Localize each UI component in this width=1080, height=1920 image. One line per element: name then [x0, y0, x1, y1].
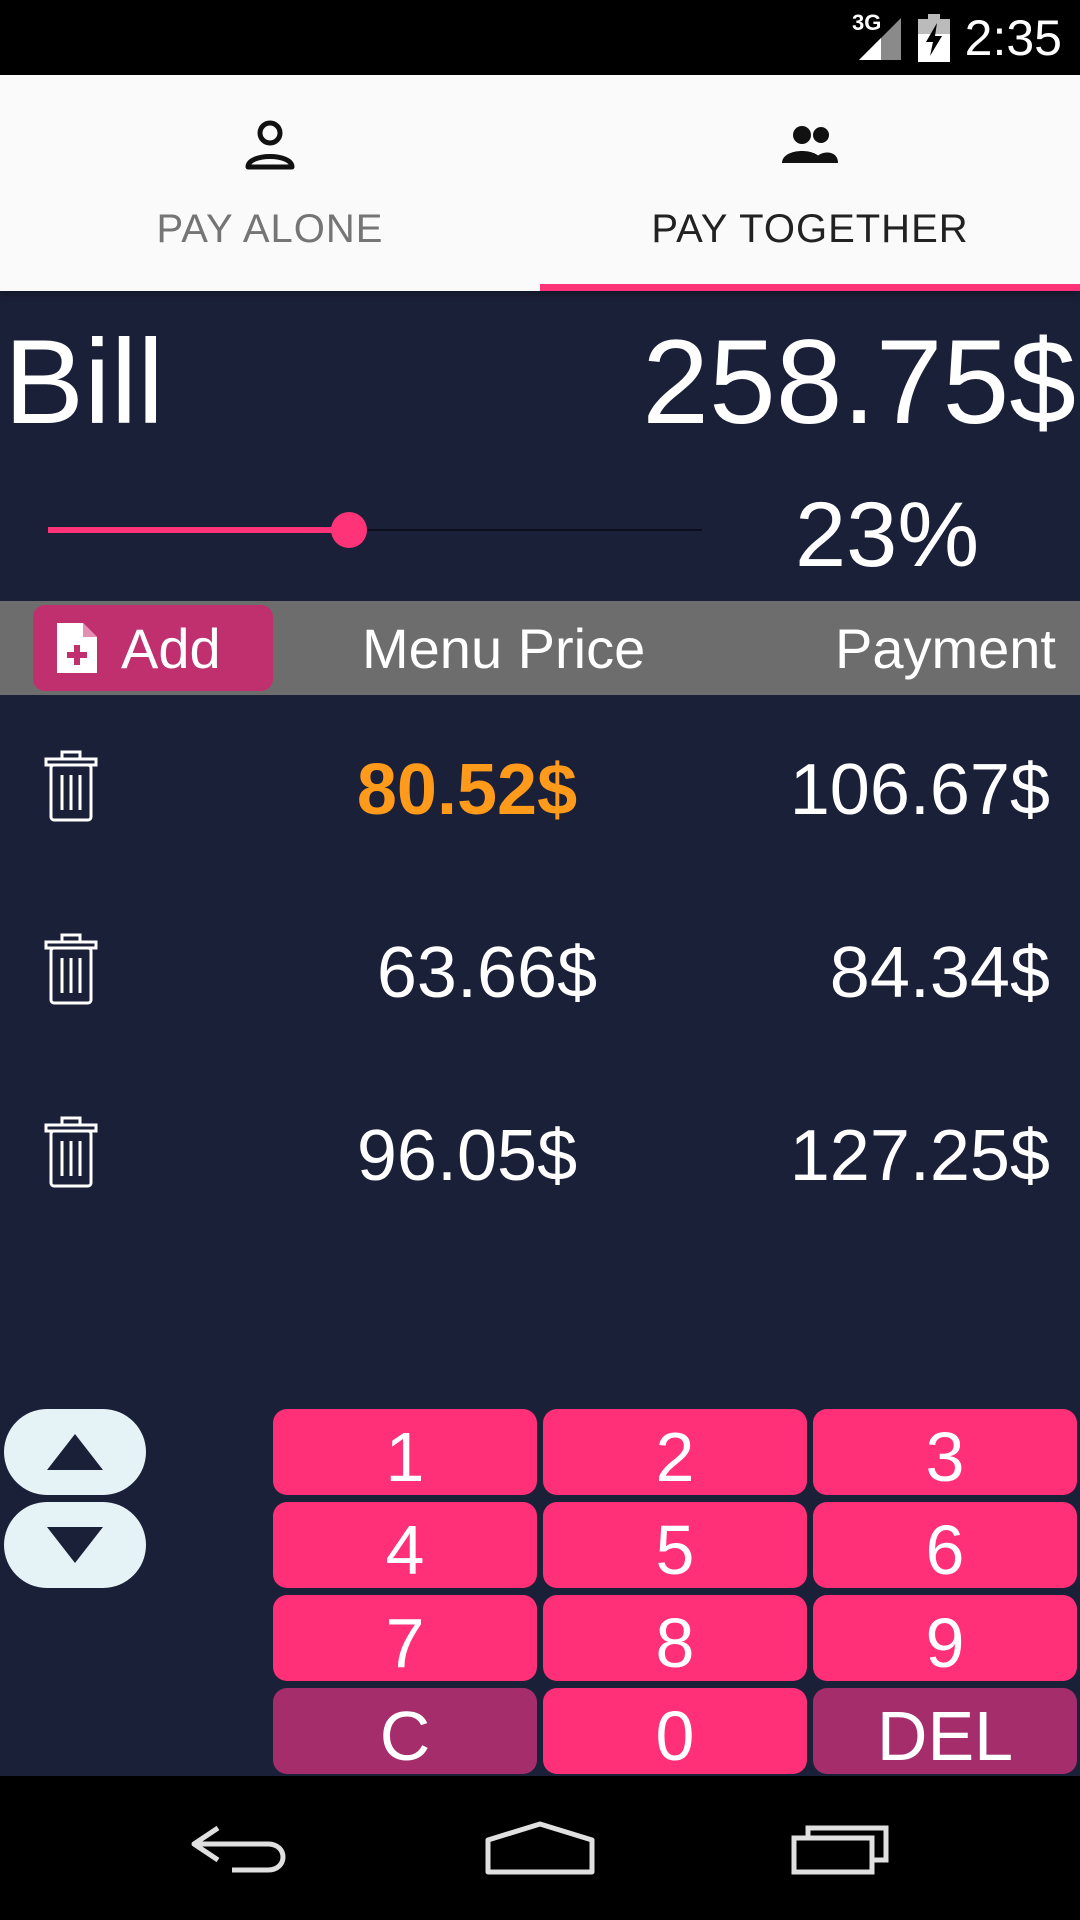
group-icon — [782, 126, 838, 163]
key-4[interactable]: 4 — [273, 1502, 537, 1589]
key-5[interactable]: 5 — [543, 1502, 807, 1589]
tab-label: PAY ALONE — [156, 207, 384, 251]
slider-fill — [48, 527, 349, 533]
key-8[interactable]: 8 — [543, 1595, 807, 1682]
key-7[interactable]: 7 — [273, 1595, 537, 1682]
clock: 2:35 — [964, 10, 1062, 66]
navigation-bar — [0, 1776, 1080, 1920]
bill-label: Bill — [4, 315, 165, 449]
key-2[interactable]: 2 — [543, 1409, 807, 1496]
move-down-button[interactable] — [4, 1502, 146, 1588]
recents-icon[interactable] — [790, 1816, 894, 1876]
trash-icon[interactable] — [44, 750, 98, 822]
menu-price-value[interactable]: 96.05$ — [317, 1116, 617, 1196]
key-6[interactable]: 6 — [813, 1502, 1077, 1589]
key-3[interactable]: 3 — [813, 1409, 1077, 1496]
app-screen: 3G 2:35 PAY ALONE PAY TOGETHER Bill 258.… — [0, 0, 1080, 1920]
tab-pay-together[interactable]: PAY TOGETHER — [540, 75, 1080, 291]
list-header: Add Menu Price Payment — [0, 601, 1080, 695]
menu-price-header: Menu Price — [362, 617, 646, 680]
signal-icon — [859, 18, 901, 60]
home-icon[interactable] — [484, 1820, 596, 1876]
arrow-down-icon — [47, 1527, 103, 1563]
back-icon[interactable] — [188, 1820, 292, 1876]
add-file-icon — [57, 623, 97, 673]
delete-key[interactable]: DEL — [813, 1688, 1077, 1775]
trash-icon[interactable] — [44, 933, 98, 1005]
list-item[interactable]: 80.52$ 106.67$ — [0, 695, 1080, 878]
list-item[interactable]: 63.66$ 84.34$ — [0, 878, 1080, 1061]
add-button[interactable]: Add — [33, 605, 273, 691]
payment-value: 84.34$ — [829, 933, 1050, 1013]
tip-percent: 23% — [795, 484, 980, 586]
tip-slider[interactable] — [48, 510, 702, 550]
payment-value: 106.67$ — [789, 750, 1050, 830]
payment-header: Payment — [835, 617, 1056, 680]
clear-key[interactable]: C — [273, 1688, 537, 1775]
key-0[interactable]: 0 — [543, 1688, 807, 1775]
key-9[interactable]: 9 — [813, 1595, 1077, 1682]
status-bar: 3G 2:35 — [0, 0, 1080, 75]
key-1[interactable]: 1 — [273, 1409, 537, 1496]
list-item[interactable]: 96.05$ 127.25$ — [0, 1061, 1080, 1244]
slider-thumb[interactable] — [330, 512, 367, 548]
tab-label: PAY TOGETHER — [651, 207, 969, 251]
trash-icon[interactable] — [44, 1116, 98, 1188]
payment-value: 127.25$ — [789, 1116, 1050, 1196]
item-list: 80.52$ 106.67$ 63.66$ 84.34$ 96.05$ 127.… — [0, 695, 1080, 1243]
arrow-up-icon — [47, 1434, 103, 1470]
menu-price-value[interactable]: 80.52$ — [317, 750, 617, 830]
battery-charging-icon — [918, 14, 950, 62]
move-up-button[interactable] — [4, 1409, 146, 1495]
menu-price-value[interactable]: 63.66$ — [337, 933, 637, 1013]
add-label: Add — [121, 617, 221, 680]
bill-total: 258.75$ — [642, 315, 1076, 449]
tab-pay-alone[interactable]: PAY ALONE — [0, 75, 540, 291]
tab-bar: PAY ALONE PAY TOGETHER — [0, 75, 1080, 291]
person-icon — [245, 120, 295, 170]
selected-tab-indicator — [540, 284, 1080, 291]
